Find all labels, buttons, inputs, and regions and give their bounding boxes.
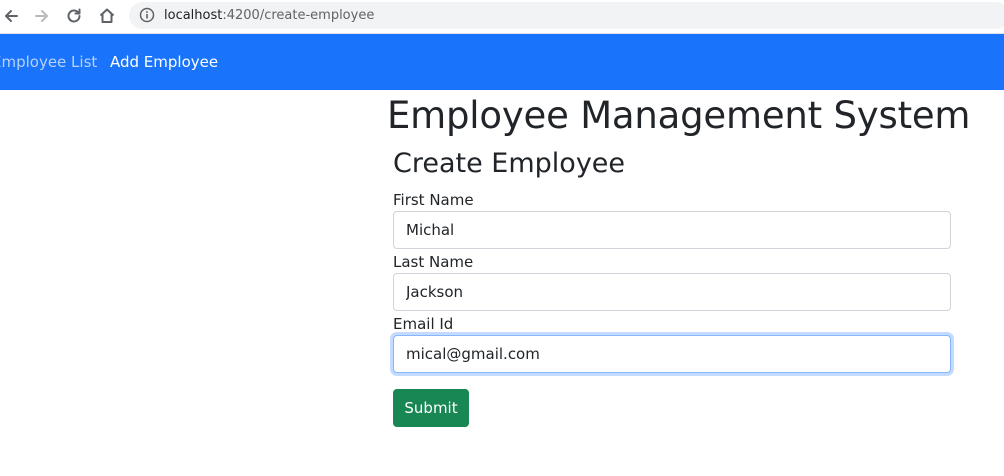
page-title: Employee Management System	[387, 94, 971, 137]
reload-icon[interactable]	[63, 5, 85, 27]
browser-toolbar: localhost:4200/create-employee	[0, 0, 1004, 34]
first-name-label: First Name	[393, 191, 474, 209]
url-path: :4200/create-employee	[222, 8, 375, 23]
submit-button[interactable]: Submit	[393, 389, 469, 427]
url-host: localhost	[164, 8, 223, 23]
back-icon[interactable]	[0, 5, 22, 27]
home-icon[interactable]	[96, 5, 118, 27]
email-input[interactable]	[393, 335, 951, 373]
forward-icon[interactable]	[31, 5, 53, 27]
url-text: localhost:4200/create-employee	[164, 2, 374, 29]
address-bar[interactable]: localhost:4200/create-employee	[129, 2, 1004, 29]
info-icon[interactable]	[139, 7, 155, 23]
first-name-input[interactable]	[393, 211, 951, 249]
form-title: Create Employee	[393, 148, 626, 179]
last-name-label: Last Name	[393, 253, 474, 271]
nav-link-employee-list[interactable]: Employee List	[0, 34, 97, 90]
nav-link-add-employee[interactable]: Add Employee	[110, 34, 218, 90]
app-navbar: Employee List Add Employee	[0, 34, 1004, 90]
email-label: Email Id	[393, 315, 454, 333]
last-name-input[interactable]	[393, 273, 951, 311]
